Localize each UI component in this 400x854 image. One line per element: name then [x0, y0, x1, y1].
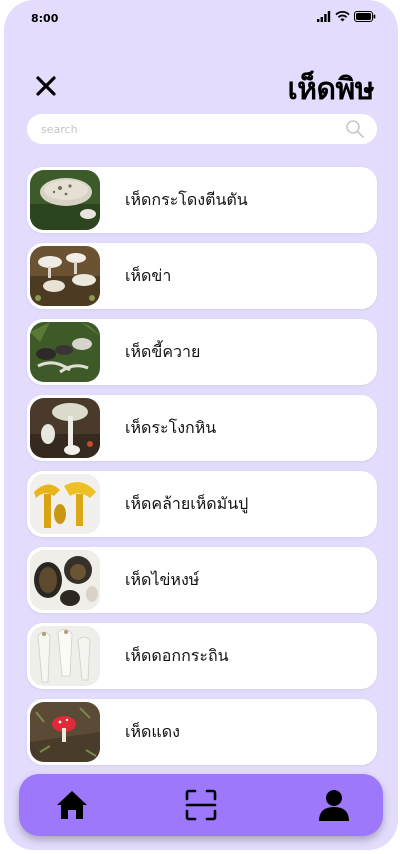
list-item-label: เห็ดระโงกหิน — [125, 418, 217, 437]
list-item[interactable]: เห็ดคล้ายเห็ดมันปู — [27, 471, 377, 537]
list-item[interactable]: เห็ดดอกกระถิน — [27, 623, 377, 689]
header: เห็ดพิษ — [4, 66, 398, 110]
status-time: 8:00 — [31, 12, 59, 25]
list-item-label: เห็ดข่า — [125, 266, 172, 285]
mushroom-image — [30, 170, 100, 230]
search-input[interactable] — [27, 114, 345, 144]
list-item-label: เห็ดแดง — [125, 722, 180, 741]
list-item-label: เห็ดคล้ายเห็ดมันปู — [125, 494, 249, 513]
list-item[interactable]: เห็ดไข่หงษ์ — [27, 547, 377, 613]
list-item-label: เห็ดไข่หงษ์ — [125, 570, 200, 589]
search-icon[interactable] — [345, 119, 365, 139]
scan-icon — [185, 789, 217, 821]
list-item[interactable]: เห็ดระโงกหิน — [27, 395, 377, 461]
battery-icon — [354, 11, 376, 22]
home-icon — [57, 791, 87, 819]
status-icons — [317, 11, 376, 22]
mushroom-image — [30, 702, 100, 762]
mushroom-image — [30, 398, 100, 458]
list-item[interactable]: เห็ดกระโดงตีนตัน — [27, 167, 377, 233]
close-icon — [36, 76, 56, 96]
page-title: เห็ดพิษ — [287, 72, 374, 107]
profile-icon — [319, 790, 349, 821]
status-bar: 8:00 — [4, 0, 398, 36]
mushroom-image — [30, 474, 100, 534]
bottom-nav — [19, 774, 383, 836]
list-item-label: เห็ดดอกกระถิน — [125, 646, 229, 665]
list-item[interactable]: เห็ดแดง — [27, 699, 377, 765]
mushroom-image — [30, 550, 100, 610]
nav-scan-button[interactable] — [184, 788, 218, 822]
search-bar — [27, 114, 377, 144]
list-item[interactable]: เห็ดขี้ควาย — [27, 319, 377, 385]
nav-profile-button[interactable] — [317, 788, 351, 822]
list-item[interactable]: เห็ดข่า — [27, 243, 377, 309]
close-button[interactable] — [34, 74, 58, 98]
mushroom-image — [30, 626, 100, 686]
mushroom-image — [30, 246, 100, 306]
phone-screen: 8:00 เห็ดพิษ search เห็ดกระโดงตีนตัน เห็… — [4, 0, 398, 850]
signal-icon — [317, 11, 331, 22]
list-item-label: เห็ดกระโดงตีนตัน — [125, 190, 248, 209]
wifi-icon — [335, 11, 350, 22]
nav-home-button[interactable] — [55, 788, 89, 822]
list-item-label: เห็ดขี้ควาย — [125, 342, 201, 361]
mushroom-image — [30, 322, 100, 382]
